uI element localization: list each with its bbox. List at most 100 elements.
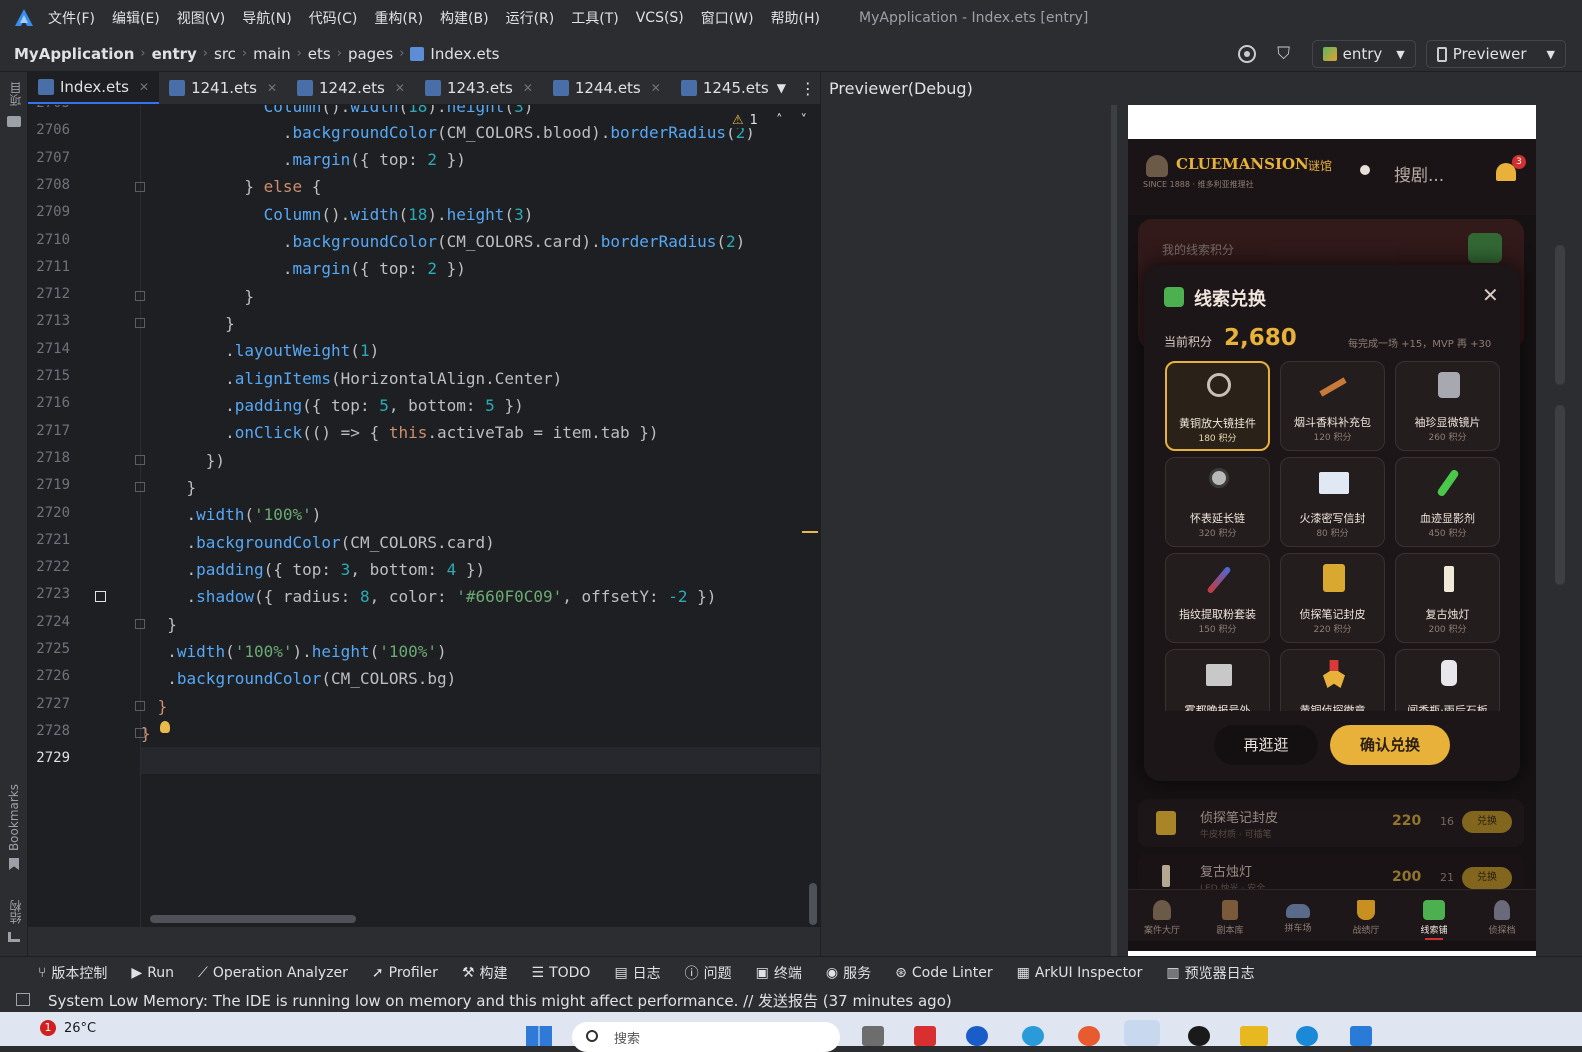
tab-script-library[interactable]: 剧本库 bbox=[1196, 890, 1264, 940]
run-tab[interactable]: ▶ Run bbox=[131, 965, 174, 981]
operation-analyzer-tab[interactable]: ⟋ Operation Analyzer bbox=[198, 965, 348, 981]
item-card[interactable]: 黄铜放大镜挂件 180 积分 bbox=[1165, 361, 1270, 451]
profiler-tab[interactable]: ➚ Profiler bbox=[372, 965, 438, 981]
taskbar-search[interactable]: 搜索 bbox=[572, 1022, 840, 1052]
previewer-scrollbar[interactable] bbox=[1555, 245, 1565, 385]
version-control-tab[interactable]: ⑂ 版本控制 bbox=[38, 963, 107, 983]
item-card[interactable]: 袖珍显微镜片 260 积分 bbox=[1395, 361, 1500, 451]
code-editor[interactable]: 2705 2706 2707 2708 2709 2710 2711 2712 2713 2714… bbox=[28, 105, 820, 927]
tab-carpool[interactable]: 拼车场 bbox=[1264, 890, 1332, 940]
structure-icon[interactable] bbox=[8, 932, 20, 942]
menu-refactor[interactable]: 重构(R) bbox=[374, 8, 423, 28]
fold-marker[interactable] bbox=[135, 455, 145, 465]
bulb-icon[interactable] bbox=[160, 721, 170, 733]
taskbar-app-icon[interactable] bbox=[862, 1026, 884, 1046]
chevron-up-icon[interactable]: ˄ bbox=[776, 113, 783, 128]
structure-panel-toggle[interactable]: 结构 bbox=[7, 900, 24, 924]
arkui-inspector-tab[interactable]: ▦ ArkUI Inspector bbox=[1017, 965, 1143, 981]
menu-code[interactable]: 代码(C) bbox=[309, 8, 358, 28]
taskbar-app-icon[interactable] bbox=[1350, 1026, 1372, 1046]
project-panel-toggle[interactable]: 项目 bbox=[7, 82, 24, 106]
breadcrumb-project[interactable]: MyApplication bbox=[14, 45, 134, 63]
item-card[interactable]: 黄铜侦探徽章 bbox=[1280, 649, 1385, 711]
previewer-log-tab[interactable]: ▥ 预览器日志 bbox=[1166, 963, 1254, 983]
tab-clue-shop[interactable]: 线索铺 bbox=[1400, 890, 1468, 940]
vertical-scrollbar[interactable] bbox=[809, 883, 817, 925]
taskbar-app-icon[interactable] bbox=[1022, 1026, 1044, 1046]
item-card[interactable]: 侦探笔记封皮 220 积分 bbox=[1280, 553, 1385, 643]
weather-temperature[interactable]: 26°C bbox=[64, 1021, 96, 1036]
breadcrumb-module[interactable]: entry bbox=[152, 45, 197, 63]
item-card[interactable]: 火漆密写信封 80 积分 bbox=[1280, 457, 1385, 547]
tab-1244-ets[interactable]: 1244.ets ✕ bbox=[543, 72, 671, 104]
menu-tools[interactable]: 工具(T) bbox=[571, 8, 618, 28]
close-icon[interactable]: ✕ bbox=[651, 81, 661, 95]
menu-navigate[interactable]: 导航(N) bbox=[242, 8, 291, 28]
todo-tab[interactable]: ☰ TODO bbox=[532, 965, 591, 981]
services-tab[interactable]: ◉ 服务 bbox=[826, 963, 871, 983]
taskbar-app-icon[interactable] bbox=[1188, 1026, 1210, 1046]
taskbar-app-icon[interactable] bbox=[1240, 1026, 1268, 1046]
inspection-widget[interactable]: ⚠ 1 ˄ ˅ bbox=[728, 113, 811, 128]
breadcrumb-ets[interactable]: ets bbox=[308, 45, 331, 63]
menu-vcs[interactable]: VCS(S) bbox=[636, 10, 684, 26]
breadcrumb-file[interactable]: Index.ets bbox=[430, 45, 499, 63]
cancel-button[interactable]: 再逛逛 bbox=[1214, 725, 1318, 765]
item-card[interactable]: 复古烛灯 200 积分 bbox=[1395, 553, 1500, 643]
tab-index-ets[interactable]: Index.ets ✕ bbox=[28, 72, 160, 104]
confirm-redeem-button[interactable]: 确认兑换 bbox=[1330, 725, 1450, 765]
close-icon[interactable]: ✕ bbox=[139, 80, 149, 94]
menu-window[interactable]: 窗口(W) bbox=[701, 8, 754, 28]
bookmarks-panel-toggle[interactable]: Bookmarks bbox=[7, 784, 21, 851]
more-options-icon[interactable]: ⋮ bbox=[794, 72, 822, 104]
terminal-tab[interactable]: ▣ 终端 bbox=[756, 963, 802, 983]
close-icon[interactable]: ✕ bbox=[267, 81, 277, 95]
tab-1243-ets[interactable]: 1243.ets ✕ bbox=[415, 72, 543, 104]
menu-edit[interactable]: 编辑(E) bbox=[112, 8, 160, 28]
taskbar-app-icon[interactable] bbox=[1296, 1026, 1318, 1046]
search-icon[interactable] bbox=[1360, 165, 1370, 175]
item-card[interactable]: 血迹显影剂 450 积分 bbox=[1395, 457, 1500, 547]
item-card[interactable]: 烟斗香料补充包 120 积分 bbox=[1280, 361, 1385, 451]
fold-marker[interactable] bbox=[135, 182, 145, 192]
fold-marker[interactable] bbox=[135, 482, 145, 492]
problems-tab[interactable]: ⓘ 问题 bbox=[685, 963, 732, 983]
tab-records[interactable]: 战绩厅 bbox=[1332, 890, 1400, 940]
target-icon[interactable] bbox=[1237, 45, 1256, 63]
status-message[interactable]: System Low Memory: The IDE is running lo… bbox=[48, 990, 952, 1011]
fold-marker[interactable] bbox=[135, 619, 145, 629]
build-tab[interactable]: ⚒ 构建 bbox=[462, 963, 508, 983]
fold-marker[interactable] bbox=[135, 291, 145, 301]
close-icon[interactable]: ✕ bbox=[523, 81, 533, 95]
fold-marker[interactable] bbox=[135, 318, 145, 328]
bookmark-icon[interactable] bbox=[9, 858, 19, 870]
item-card[interactable]: 怀表延长链 320 积分 bbox=[1165, 457, 1270, 547]
chevron-down-icon[interactable]: ˅ bbox=[800, 113, 807, 128]
redeem-button[interactable]: 兑换 bbox=[1462, 811, 1512, 833]
folder-icon[interactable] bbox=[7, 116, 21, 127]
tab-overflow-chevron-icon[interactable]: ▼ bbox=[769, 72, 794, 104]
menu-help[interactable]: 帮助(H) bbox=[771, 8, 820, 28]
code-linter-tab[interactable]: ⊛ Code Linter bbox=[895, 965, 992, 981]
tab-detective-profile[interactable]: 侦探档 bbox=[1468, 890, 1536, 940]
run-config-selector[interactable]: entry ▼ bbox=[1311, 40, 1416, 68]
start-icon[interactable] bbox=[526, 1026, 552, 1046]
menu-view[interactable]: 视图(V) bbox=[177, 8, 226, 28]
menu-file[interactable]: 文件(F) bbox=[48, 8, 95, 28]
warning-stripe-marker[interactable] bbox=[802, 531, 818, 533]
taskbar-app-icon[interactable] bbox=[1078, 1026, 1100, 1046]
status-toggle-icon[interactable] bbox=[16, 993, 30, 1006]
tab-1241-ets[interactable]: 1241.ets ✕ bbox=[159, 72, 287, 104]
item-card[interactable]: 指纹提取粉套装 150 积分 bbox=[1165, 553, 1270, 643]
tab-1245-ets[interactable]: 1245.ets bbox=[671, 72, 769, 104]
item-card[interactable]: 闻香瓶·雨后石板 bbox=[1395, 649, 1500, 711]
item-card[interactable]: 雾都晚报号外 bbox=[1165, 649, 1270, 711]
breadcrumb-main[interactable]: main bbox=[253, 45, 290, 63]
breadcrumb-pages[interactable]: pages bbox=[348, 45, 393, 63]
menu-run[interactable]: 运行(R) bbox=[506, 8, 555, 28]
redeem-button[interactable]: 兑换 bbox=[1462, 867, 1512, 889]
taskbar-app-icon[interactable] bbox=[966, 1026, 988, 1046]
device-manager-icon[interactable]: ⛉ bbox=[1274, 44, 1294, 64]
search-field[interactable]: 搜剧... bbox=[1394, 161, 1444, 186]
fold-marker[interactable] bbox=[135, 701, 145, 711]
